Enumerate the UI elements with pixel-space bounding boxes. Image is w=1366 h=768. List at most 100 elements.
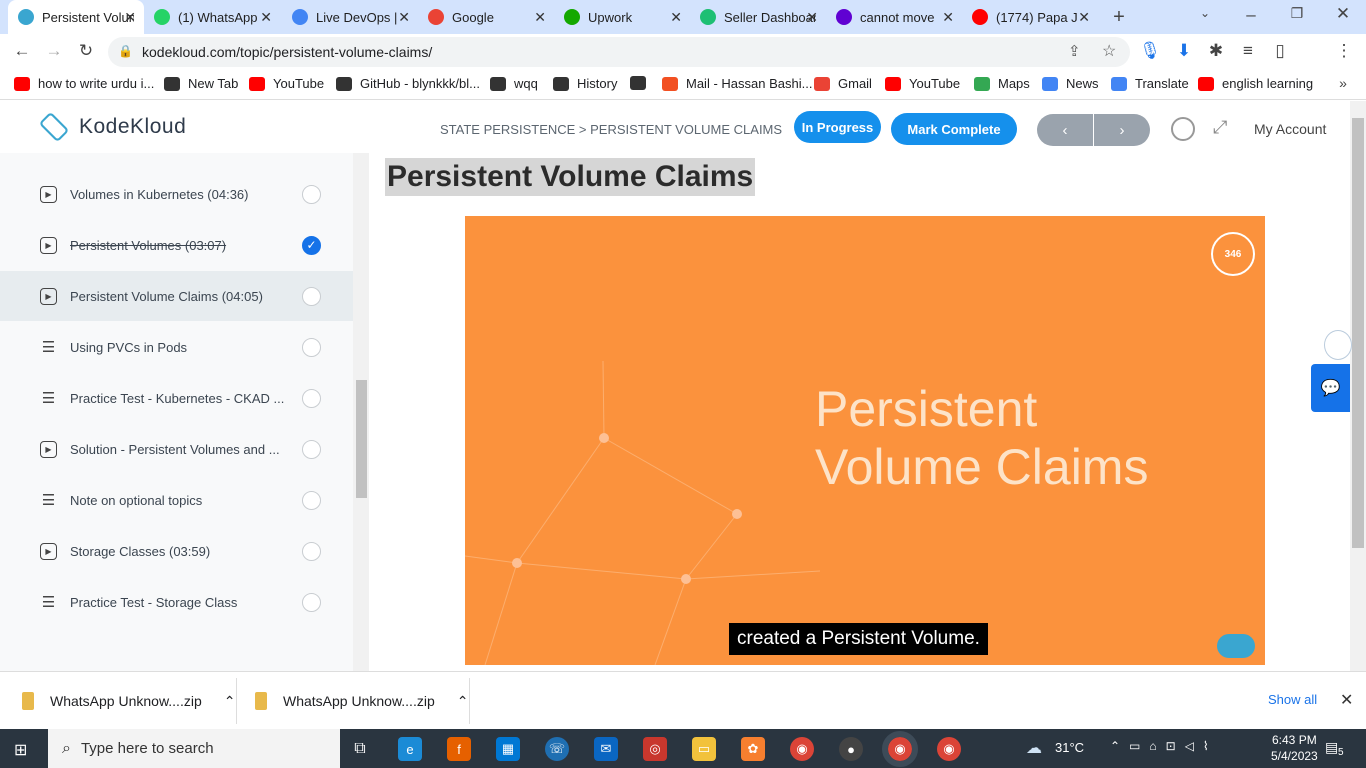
task-view-icon[interactable]: ⧉: [348, 737, 372, 761]
previous-lesson-button[interactable]: ‹: [1037, 114, 1093, 146]
kodekloud-logo[interactable]: KodeKloud: [35, 111, 186, 143]
download-extension-icon[interactable]: ⬇: [1172, 41, 1196, 61]
settings-app-icon[interactable]: ✿: [741, 737, 765, 761]
mark-complete-button[interactable]: Mark Complete: [891, 113, 1017, 145]
completion-circle[interactable]: [302, 184, 321, 204]
lesson-item[interactable]: ☰ Practice Test - Storage Class: [0, 577, 353, 627]
lesson-item[interactable]: ▶ Volumes in Kubernetes (04:36): [0, 169, 353, 219]
file-explorer-icon[interactable]: ▭: [692, 737, 716, 761]
completion-circle[interactable]: [302, 541, 321, 561]
bookmark-item[interactable]: Translate: [1111, 76, 1189, 91]
app-icon[interactable]: ◎: [643, 737, 667, 761]
bookmark-item[interactable]: GitHub - blynkkk/bl...: [336, 76, 480, 91]
completed-check-icon[interactable]: ✓: [302, 235, 321, 255]
browser-tab[interactable]: Seller Dashboard ✕: [690, 0, 826, 34]
mic-extension-icon[interactable]: 🎙: [1138, 41, 1162, 61]
chrome-profile-h-icon[interactable]: ◉: [937, 737, 961, 761]
video-player[interactable]: 346 Persistent Volume Claims created a P…: [465, 216, 1265, 665]
browser-tab[interactable]: Upwork ✕: [554, 0, 690, 34]
reload-icon[interactable]: ↻: [74, 41, 98, 61]
completion-circle[interactable]: [302, 490, 321, 510]
taskbar-clock[interactable]: 6:43 PM 5/4/2023: [1271, 732, 1318, 764]
close-tab-icon[interactable]: ✕: [942, 9, 954, 26]
download-options-icon[interactable]: ⌃: [457, 693, 469, 710]
next-lesson-button[interactable]: ›: [1094, 114, 1150, 146]
lesson-item[interactable]: ▶ Persistent Volumes (03:07) ✓: [0, 220, 353, 270]
page-scrollbar-thumb[interactable]: [1352, 118, 1364, 548]
extensions-icon[interactable]: ✱: [1204, 41, 1228, 61]
completion-circle[interactable]: [302, 286, 321, 306]
my-account-link[interactable]: My Account: [1254, 121, 1326, 137]
download-item[interactable]: WhatsApp Unknow....zip ⌃: [22, 672, 235, 730]
bookmark-item[interactable]: how to write urdu i...: [14, 76, 154, 91]
show-all-downloads-link[interactable]: Show all: [1268, 692, 1317, 707]
lesson-item[interactable]: ☰ Practice Test - Kubernetes - CKAD ...: [0, 373, 353, 423]
browser-tab[interactable]: Live DevOps | ✕: [282, 0, 418, 34]
browser-tab[interactable]: (1) WhatsApp ✕: [144, 0, 280, 34]
completion-circle[interactable]: [302, 439, 321, 459]
tab-search-icon[interactable]: ⌄: [1193, 6, 1217, 20]
menu-icon[interactable]: ⋮: [1332, 41, 1356, 61]
bookmark-item[interactable]: History: [553, 76, 617, 91]
windows-start-icon[interactable]: ⊞: [14, 740, 27, 760]
bookmark-item[interactable]: wqq: [490, 76, 538, 91]
close-tab-icon[interactable]: ✕: [534, 9, 546, 26]
bookmark-item[interactable]: english learning: [1198, 76, 1313, 91]
close-downloads-icon[interactable]: ✕: [1340, 690, 1353, 710]
dark-mode-icon[interactable]: [1171, 117, 1195, 141]
notification-icon[interactable]: ▤: [1325, 739, 1338, 756]
chrome-profile-icon[interactable]: ◉: [882, 731, 918, 767]
bookmark-item[interactable]: Maps: [974, 76, 1030, 91]
lesson-item[interactable]: ☰ Note on optional topics: [0, 475, 353, 525]
browser-tab[interactable]: (1774) Papa J ✕: [962, 0, 1098, 34]
browser-tab[interactable]: cannot move ✕: [826, 0, 962, 34]
obs-icon[interactable]: ●: [839, 737, 863, 761]
lesson-item[interactable]: ☰ Using PVCs in Pods: [0, 322, 353, 372]
share-icon[interactable]: ⇪: [1068, 42, 1081, 60]
forward-icon[interactable]: →: [42, 41, 66, 61]
close-tab-icon[interactable]: ✕: [398, 9, 410, 26]
new-tab-icon[interactable]: +: [1107, 6, 1131, 29]
fullscreen-icon[interactable]: ⤢: [1213, 117, 1227, 138]
media-icon[interactable]: ≡: [1236, 41, 1260, 61]
voice-input-icon[interactable]: [1324, 330, 1352, 360]
completion-circle[interactable]: [302, 388, 321, 408]
lesson-item[interactable]: ▶ Storage Classes (03:59): [0, 526, 353, 576]
bookmark-item[interactable]: YouTube: [885, 76, 960, 91]
completion-circle[interactable]: [302, 337, 321, 357]
chat-icon[interactable]: 💬: [1311, 364, 1350, 412]
firefox-icon[interactable]: f: [447, 737, 471, 761]
back-icon[interactable]: ←: [10, 41, 34, 61]
bookmark-item[interactable]: [630, 76, 654, 90]
completion-circle[interactable]: [302, 592, 321, 612]
lesson-item[interactable]: ▶ Solution - Persistent Volumes and ...: [0, 424, 353, 474]
store-icon[interactable]: ▦: [496, 737, 520, 761]
chrome-icon[interactable]: ◉: [790, 737, 814, 761]
close-tab-icon[interactable]: ✕: [124, 9, 136, 26]
lesson-item[interactable]: ▶ Persistent Volume Claims (04:05): [0, 271, 353, 321]
minimize-icon[interactable]: –: [1239, 5, 1263, 25]
taskbar-search[interactable]: ⌕ Type here to search: [48, 729, 340, 768]
bookmark-star-icon[interactable]: ☆: [1102, 41, 1116, 61]
bookmark-item[interactable]: News: [1042, 76, 1099, 91]
bookmark-item[interactable]: Mail - Hassan Bashi...: [662, 76, 812, 91]
more-bookmarks-icon[interactable]: »: [1331, 75, 1355, 91]
system-tray-icons[interactable]: ⌃▭⌂⊡◁⌇: [1110, 739, 1218, 753]
mail-icon[interactable]: ✉: [594, 737, 618, 761]
browser-tab[interactable]: Google ✕: [418, 0, 554, 34]
address-bar[interactable]: 🔒 kodekloud.com/topic/persistent-volume-…: [108, 37, 1130, 67]
close-tab-icon[interactable]: ✕: [1078, 9, 1090, 26]
close-tab-icon[interactable]: ✕: [806, 9, 818, 26]
sidebar-scrollbar-thumb[interactable]: [356, 380, 367, 498]
browser-tab[interactable]: Persistent Volume Claims✕: [8, 0, 144, 34]
side-panel-icon[interactable]: ▯: [1268, 41, 1292, 61]
close-tab-icon[interactable]: ✕: [670, 9, 682, 26]
bookmark-item[interactable]: New Tab: [164, 76, 238, 91]
download-options-icon[interactable]: ⌃: [224, 693, 236, 710]
close-window-icon[interactable]: ✕: [1331, 4, 1355, 24]
maximize-icon[interactable]: ❐: [1285, 5, 1309, 22]
close-tab-icon[interactable]: ✕: [260, 9, 272, 26]
weather-text[interactable]: 31°C: [1055, 740, 1084, 755]
edge-icon[interactable]: e: [398, 737, 422, 761]
download-item[interactable]: WhatsApp Unknow....zip ⌃: [255, 672, 468, 730]
